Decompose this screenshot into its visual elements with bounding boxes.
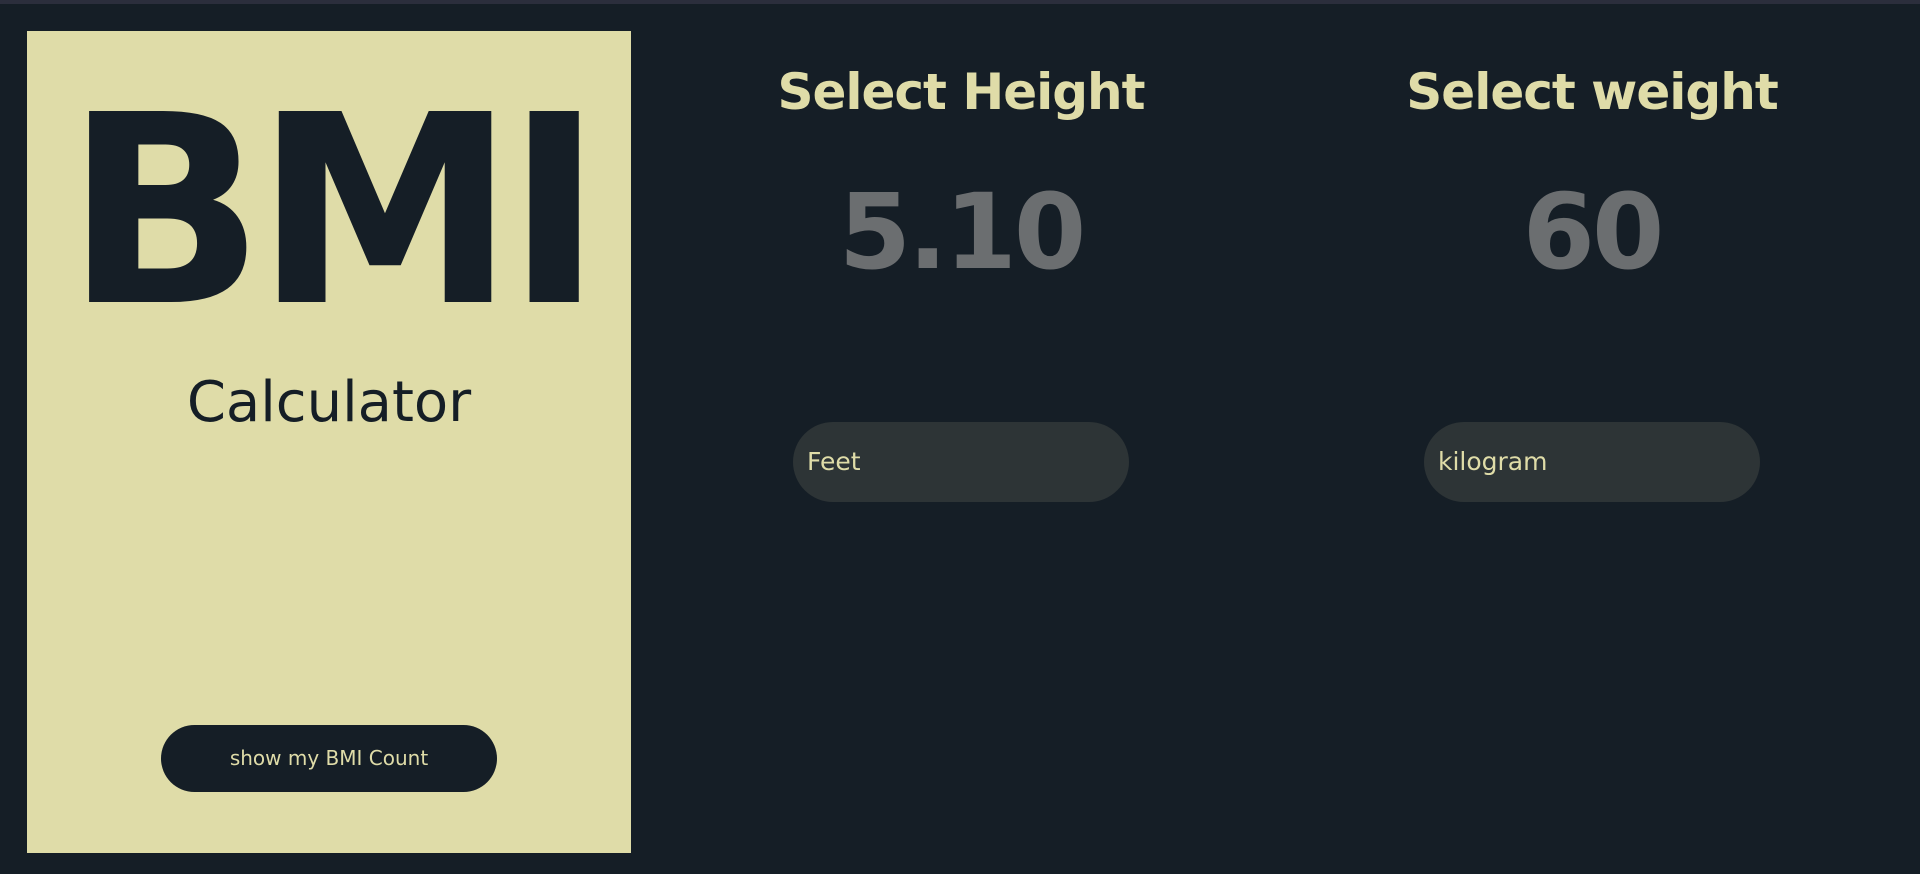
brand-subtitle: Calculator (186, 370, 472, 435)
height-section: Select Height 5.10 Feet (777, 0, 1146, 874)
weight-value: 60 (1522, 171, 1665, 293)
brand-title: BMI (65, 59, 603, 364)
brand-panel: BMI Calculator show my BMI Count (27, 31, 631, 853)
weight-title: Select weight (1406, 63, 1778, 121)
height-title: Select Height (777, 63, 1145, 121)
height-value: 5.10 (838, 171, 1087, 293)
show-bmi-button[interactable]: show my BMI Count (161, 725, 497, 792)
weight-section: Select weight 60 kilogram (1406, 0, 1779, 874)
weight-unit-select[interactable]: kilogram (1424, 422, 1760, 502)
height-unit-select[interactable]: Feet (793, 422, 1129, 502)
